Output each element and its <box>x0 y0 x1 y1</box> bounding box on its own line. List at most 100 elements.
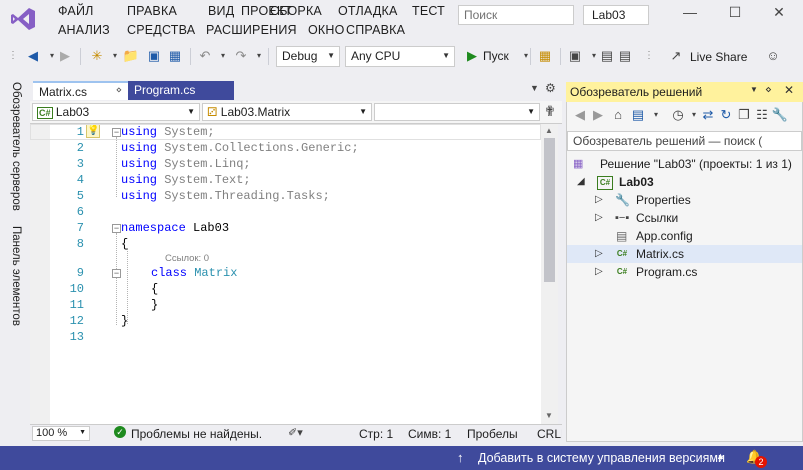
switch-views-dropdown-icon[interactable]: ▾ <box>647 106 665 124</box>
project-nav-select[interactable]: C# Lab03 ▼ <box>32 103 200 121</box>
toolbox-tab[interactable]: Панель элементов <box>6 226 22 326</box>
new-item-icon[interactable]: ✳ <box>88 47 106 65</box>
save-icon[interactable]: ▣ <box>145 47 163 65</box>
attach-icon[interactable]: ▦ <box>536 47 554 65</box>
open-folder-icon[interactable]: 📁 <box>122 47 140 65</box>
configuration-select[interactable]: Debug ▼ <box>276 46 340 67</box>
scroll-down-icon[interactable]: ▼ <box>545 411 553 420</box>
server-explorer-tab[interactable]: Обозреватель серверов <box>6 82 22 211</box>
current-line-highlight <box>30 124 541 140</box>
line-number: 7 <box>76 221 84 235</box>
csharp-project-icon: C# <box>37 107 53 119</box>
search-input[interactable]: Поиск <box>458 5 574 25</box>
collapsed-arrow-icon[interactable]: ▷ <box>595 191 603 209</box>
brush-icon[interactable]: ✐▾ <box>288 426 303 439</box>
codelens-references[interactable]: Ссылок: 0 <box>165 253 209 264</box>
line-ending-indicator[interactable]: CRLF <box>537 427 562 441</box>
minimize-icon[interactable]: — <box>675 4 705 26</box>
problems-status[interactable]: Проблемы не найдены. <box>131 427 262 441</box>
close-icon[interactable]: ✕ <box>764 4 794 26</box>
tab-overflow-icon[interactable]: ▼ <box>530 83 539 93</box>
collapse-namespace-icon[interactable]: − <box>112 224 121 233</box>
chevron-up-icon[interactable]: ▲ <box>716 451 725 461</box>
tree-item-app-config[interactable]: ▤ App.config <box>567 227 802 245</box>
expanded-arrow-icon[interactable]: ◢ <box>577 173 585 191</box>
refresh-icon[interactable]: ↻ <box>717 106 735 124</box>
back-icon[interactable]: ◀ <box>571 106 589 124</box>
member-nav-select[interactable]: ▼ <box>374 103 540 121</box>
tree-item-matrix-cs[interactable]: ▷ C# Matrix.cs <box>567 245 802 263</box>
line-number: 1 <box>76 125 84 139</box>
collapse-all-icon[interactable]: ❐ <box>735 106 753 124</box>
menu-tools[interactable]: СРЕДСТВА <box>127 23 195 37</box>
redo-dropdown-icon[interactable]: ▾ <box>250 47 268 65</box>
play-icon[interactable]: ▶ <box>463 47 481 65</box>
run-dropdown-icon[interactable]: ▾ <box>517 47 535 65</box>
collapse-usings-icon[interactable]: − <box>112 128 121 137</box>
menu-build[interactable]: СБОРКА <box>270 4 322 18</box>
tree-item-solution[interactable]: ▦ Решение "Lab03" (проекты: 1 из 1) <box>567 155 802 173</box>
forward-icon[interactable]: ▶ <box>56 47 74 65</box>
tree-item-properties[interactable]: ▷ 🔧 Properties <box>567 191 802 209</box>
menu-file[interactable]: ФАЙЛ <box>58 4 94 18</box>
menu-extensions[interactable]: РАСШИРЕНИЯ <box>206 23 297 37</box>
tab-matrix-cs[interactable]: Matrix.cs ⋄ <box>33 81 128 100</box>
back-icon[interactable]: ◀ <box>24 47 42 65</box>
menu-edit[interactable]: ПРАВКА <box>127 4 177 18</box>
code-line: { <box>151 282 159 296</box>
properties-wrench-icon[interactable]: 🔧 <box>771 106 789 124</box>
toolbar-grip-icon: ⋮ <box>8 50 18 61</box>
code-editor[interactable]: 💡 <box>30 124 541 424</box>
redo-icon[interactable]: ↷ <box>232 47 250 65</box>
feedback-icon[interactable]: ☺ <box>764 47 782 65</box>
switch-views-icon[interactable]: ▤ <box>629 106 647 124</box>
screenshot-icon[interactable]: ▣ <box>566 47 584 65</box>
line-number: 8 <box>76 237 84 251</box>
collapsed-arrow-icon[interactable]: ▷ <box>595 209 603 227</box>
menu-test[interactable]: ТЕСТ <box>412 4 445 18</box>
forward-icon[interactable]: ▶ <box>589 106 607 124</box>
collapsed-arrow-icon[interactable]: ▷ <box>595 245 603 263</box>
type-nav-select[interactable]: ⚂ Lab03.Matrix ▼ <box>202 103 372 121</box>
platform-select[interactable]: Any CPU ▼ <box>345 46 455 67</box>
line-number: 2 <box>76 141 84 155</box>
pin-icon[interactable]: ⋄ <box>765 83 772 96</box>
toolbar-icon-b[interactable]: ▤ <box>616 47 634 65</box>
menu-analyze[interactable]: АНАЛИЗ <box>58 23 110 37</box>
pin-icon[interactable]: ⋄ <box>116 85 122 96</box>
live-share-button[interactable]: Live Share <box>690 50 747 64</box>
tab-program-cs[interactable]: Program.cs <box>128 81 234 100</box>
scroll-thumb[interactable] <box>544 138 555 282</box>
scroll-up-icon[interactable]: ▲ <box>545 126 553 135</box>
run-button[interactable]: Пуск <box>483 49 509 63</box>
home-icon[interactable]: ⌂ <box>609 106 627 124</box>
add-to-source-control-button[interactable]: Добавить в систему управления версиями <box>478 451 725 465</box>
live-share-icon[interactable]: ↗ <box>667 47 685 65</box>
close-icon[interactable]: ✕ <box>784 83 794 97</box>
collapse-class-icon[interactable]: − <box>112 269 121 278</box>
sync-icon[interactable]: ⇄ <box>699 106 717 124</box>
whitespace-indicator[interactable]: Пробелы <box>467 427 518 441</box>
zoom-select[interactable]: 100 % ▼ <box>32 426 90 441</box>
menu-help[interactable]: СПРАВКА <box>346 23 405 37</box>
menu-debug[interactable]: ОТЛАДКА <box>338 4 398 18</box>
maximize-icon[interactable]: ☐ <box>720 4 750 26</box>
tree-item-references[interactable]: ▷ ▪−▪ Ссылки <box>567 209 802 227</box>
collapsed-arrow-icon[interactable]: ▷ <box>595 263 603 281</box>
menu-view[interactable]: ВИД <box>208 4 234 18</box>
line-number: 6 <box>76 205 84 219</box>
undo-icon[interactable]: ↶ <box>196 47 214 65</box>
vertical-scrollbar[interactable]: ▲ ▼ <box>541 124 558 424</box>
settings-gear-icon[interactable]: ⚙ <box>545 81 556 95</box>
undo-dropdown-icon[interactable]: ▾ <box>214 47 232 65</box>
tree-item-project[interactable]: ◢ C# Lab03 <box>567 173 802 191</box>
panel-menu-icon[interactable]: ▼ <box>750 85 758 94</box>
tree-item-program-cs[interactable]: ▷ C# Program.cs <box>567 263 802 281</box>
show-all-files-icon[interactable]: ☷ <box>753 106 771 124</box>
save-all-icon[interactable]: ▦ <box>166 47 184 65</box>
menu-window[interactable]: ОКНО <box>308 23 345 37</box>
toolbar-icon-a[interactable]: ▤ <box>598 47 616 65</box>
solution-search-input[interactable]: Обозреватель решений — поиск ( <box>567 131 802 151</box>
split-icon[interactable]: ✟ <box>544 103 556 120</box>
editor-navigation-bar: C# Lab03 ▼ ⚂ Lab03.Matrix ▼ ▼ ✟ <box>30 101 562 124</box>
